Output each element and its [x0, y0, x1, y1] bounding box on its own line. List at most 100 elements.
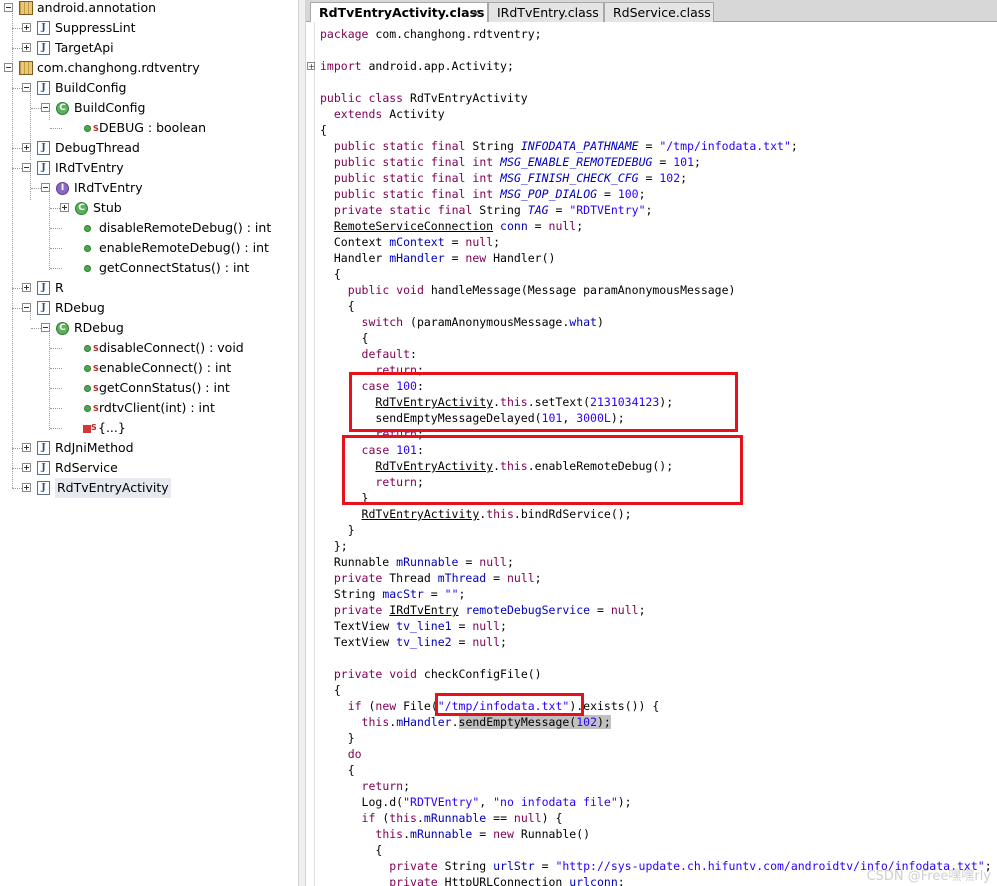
tree-connector	[50, 228, 62, 229]
tree-item-suppresslint[interactable]: J SuppressLint	[0, 18, 298, 38]
tree-item-irdtventry-interface[interactable]: I IRdTvEntry	[0, 178, 298, 198]
tree-item-buildconfig-class[interactable]: C BuildConfig	[0, 98, 298, 118]
collapse-icon[interactable]	[4, 63, 13, 72]
tree-item-rdtvclient[interactable]: SrdtvClient(int) : int	[0, 398, 298, 418]
expand-icon[interactable]	[22, 43, 31, 52]
code-line: extends Activity	[333, 107, 445, 121]
method-icon	[84, 265, 91, 272]
code-line: private void checkConfigFile()	[333, 667, 542, 681]
close-icon[interactable]: ✕	[471, 8, 480, 19]
tree-item-pkg-com-changhong-rdtventry[interactable]: com.changhong.rdtventry	[0, 58, 298, 78]
tree-item-label: IRdTvEntry	[74, 180, 143, 195]
tree-item-rdebug[interactable]: J RDebug	[0, 298, 298, 318]
collapse-icon[interactable]	[22, 83, 31, 92]
tab-rdservice[interactable]: RdService.class	[604, 2, 714, 22]
code-line: Log.d("RDTVEntry", "no infodata file");	[320, 795, 632, 809]
tree-item-label: DebugThread	[55, 140, 140, 155]
fold-expand-icon[interactable]: +	[307, 62, 315, 71]
tree-item-getconnectstatus[interactable]: getConnectStatus() : int	[0, 258, 298, 278]
code-line: RemoteServiceConnection conn = null;	[333, 219, 584, 233]
code-line: TextView tv_line2 = null;	[320, 635, 507, 649]
tree-connector	[50, 268, 62, 269]
tree-item-getconnstatus[interactable]: SgetConnStatus() : int	[0, 378, 298, 398]
code-line: package com.changhong.rdtventry;	[320, 27, 542, 41]
collapse-icon[interactable]	[41, 323, 50, 332]
panel-splitter[interactable]	[298, 0, 306, 886]
java-file-icon: J	[37, 281, 50, 295]
collapse-icon[interactable]	[41, 103, 50, 112]
tree-item-rdebug-class[interactable]: C RDebug	[0, 318, 298, 338]
tree-item-irdtventry[interactable]: J IRdTvEntry	[0, 158, 298, 178]
java-file-icon: J	[37, 441, 50, 455]
code-line: public static final int MSG_ENABLE_REMOT…	[333, 155, 701, 169]
package-explorer-tree: android.annotation J SuppressLint J TargetAp…	[0, 0, 298, 886]
class-icon: C	[75, 202, 88, 215]
class-icon: C	[56, 322, 69, 335]
static-mark: S	[91, 423, 97, 432]
code-line: Handler mHandler = new Handler()	[320, 251, 556, 265]
java-file-icon: J	[37, 141, 50, 155]
expand-icon[interactable]	[22, 463, 31, 472]
tree-connector	[50, 428, 62, 429]
tree-item-disableconnect[interactable]: SdisableConnect() : void	[0, 338, 298, 358]
tree-item-debug-field[interactable]: S DEBUG : boolean	[0, 118, 298, 138]
expand-icon[interactable]	[22, 443, 31, 452]
tree-connector	[50, 348, 62, 349]
expand-icon[interactable]	[22, 23, 31, 32]
collapse-icon[interactable]	[22, 163, 31, 172]
code-line: public static final String INFODATA_PATH…	[333, 139, 798, 153]
code-line: this.mRunnable = new Runnable()	[375, 827, 591, 841]
static-field-icon: S	[84, 124, 99, 133]
tree-item-label: IRdTvEntry	[55, 160, 124, 175]
tree-item-buildconfig[interactable]: J BuildConfig	[0, 78, 298, 98]
code-line: {	[320, 683, 341, 697]
collapse-icon[interactable]	[41, 183, 50, 192]
tree-item-debugthread[interactable]: J DebugThread	[0, 138, 298, 158]
code-editor[interactable]: package com.changhong.rdtventry; import a…	[306, 22, 997, 886]
tree-item-label: RdTvEntryActivity	[55, 478, 171, 498]
expand-icon[interactable]	[60, 203, 69, 212]
expand-icon[interactable]	[22, 483, 31, 492]
tree-item-targetapi[interactable]: J TargetApi	[0, 38, 298, 58]
package-icon	[19, 1, 33, 15]
expand-icon[interactable]	[22, 283, 31, 292]
method-icon	[84, 245, 91, 252]
tree-item-stub[interactable]: C Stub	[0, 198, 298, 218]
static-mark: S	[93, 364, 99, 373]
code-line: {	[320, 267, 341, 281]
code-line: {	[320, 763, 355, 777]
tree-item-enableremotedebug[interactable]: enableRemoteDebug() : int	[0, 238, 298, 258]
code-line: String macStr = "";	[320, 587, 466, 601]
tree-item-label: BuildConfig	[55, 80, 127, 95]
collapse-icon[interactable]	[4, 3, 13, 12]
tree-item-rdservice[interactable]: J RdService	[0, 458, 298, 478]
tree-item-label: {...}	[98, 420, 126, 435]
tree-connector	[50, 248, 62, 249]
code-line: if (this.mRunnable == null) {	[361, 811, 563, 825]
watermark: CSDN @Free嘿嘿rly	[866, 869, 991, 884]
expand-icon[interactable]	[22, 143, 31, 152]
tree-connector	[50, 388, 62, 389]
highlight-box-case-101	[342, 435, 743, 505]
tree-item-label: BuildConfig	[74, 100, 146, 115]
tree-item-enableconnect[interactable]: SenableConnect() : int	[0, 358, 298, 378]
tree-item-label: Stub	[93, 200, 122, 215]
collapse-icon[interactable]	[22, 303, 31, 312]
tree-item-static-init[interactable]: S {...}	[0, 418, 298, 438]
static-mark: S	[93, 124, 99, 133]
highlight-box-infodata-path	[435, 693, 584, 716]
code-line: do	[347, 747, 362, 761]
interface-icon: I	[56, 182, 69, 195]
tree-item-rdjnimethod[interactable]: J RdJniMethod	[0, 438, 298, 458]
tree-item-label: TargetApi	[55, 40, 114, 55]
code-line: }	[320, 523, 355, 537]
tree-item-disableremotedebug[interactable]: disableRemoteDebug() : int	[0, 218, 298, 238]
tree-item-rdtventryactivity[interactable]: J RdTvEntryActivity	[0, 478, 298, 498]
tree-item-r[interactable]: JR	[0, 278, 298, 298]
static-mark: S	[93, 404, 99, 413]
tab-irdtventry[interactable]: IRdTvEntry.class	[488, 2, 604, 22]
tab-rdtventryactivity[interactable]: RdTvEntryActivity.class ✕	[310, 2, 488, 23]
tree-item-label: getConnectStatus() : int	[99, 260, 250, 275]
code-line: Context mContext = null;	[320, 235, 501, 249]
tree-item-pkg-android-annotation[interactable]: android.annotation	[0, 0, 298, 18]
